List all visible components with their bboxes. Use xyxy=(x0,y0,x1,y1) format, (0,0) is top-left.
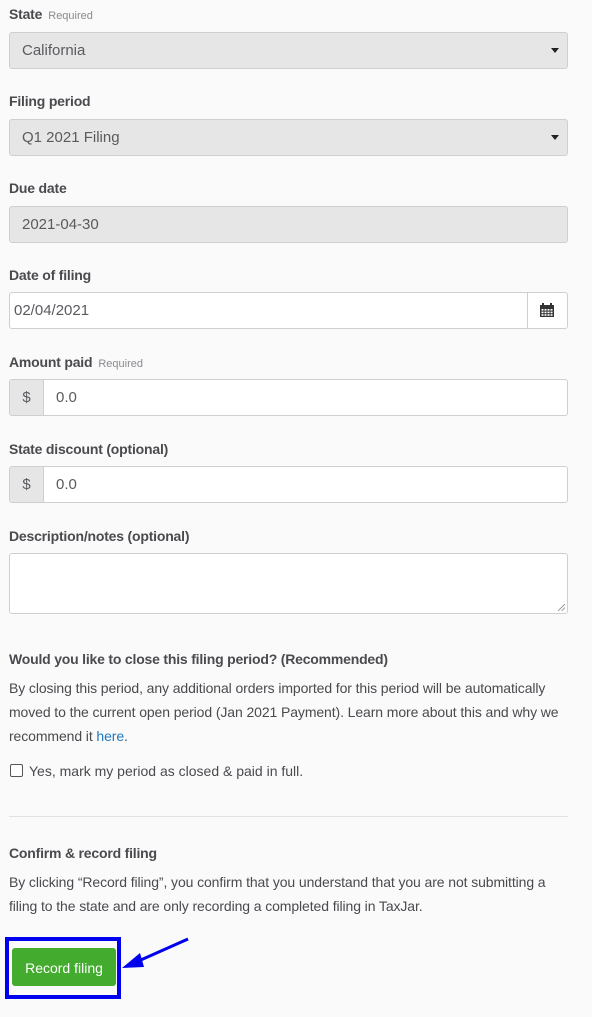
period-text: . xyxy=(124,728,128,744)
date-of-filing-value: 02/04/2021 xyxy=(14,302,90,319)
notes-textarea[interactable] xyxy=(9,553,568,614)
required-tag: Required xyxy=(48,10,93,22)
state-label: State Required xyxy=(9,6,93,22)
annotation-arrow-icon xyxy=(122,937,189,968)
close-period-description: By closing this period, any additional o… xyxy=(9,676,568,748)
due-date-label: Due date xyxy=(9,180,67,196)
filing-period-value: Q1 2021 Filing xyxy=(22,129,120,146)
state-discount-label: State discount (optional) xyxy=(9,441,169,457)
learn-more-link[interactable]: here xyxy=(96,728,124,744)
state-select-value: California xyxy=(22,42,86,59)
date-of-filing-input[interactable]: 02/04/2021 xyxy=(9,292,568,329)
amount-paid-input[interactable]: $ 0.0 xyxy=(9,379,568,416)
section-divider xyxy=(9,816,568,817)
confirm-heading: Confirm & record filing xyxy=(9,845,157,861)
caret-down-icon xyxy=(551,135,559,140)
dollar-prefix: $ xyxy=(10,380,44,415)
state-select[interactable]: California xyxy=(9,32,568,69)
close-period-checkbox[interactable] xyxy=(10,764,23,777)
filing-period-select[interactable]: Q1 2021 Filing xyxy=(9,119,568,156)
caret-down-icon xyxy=(551,48,559,53)
date-of-filing-label: Date of filing xyxy=(9,267,91,283)
date-picker-button[interactable] xyxy=(527,293,567,328)
state-discount-input[interactable]: $ 0.0 xyxy=(9,466,568,503)
record-filing-button[interactable]: Record filing xyxy=(12,948,116,986)
calendar-icon xyxy=(540,303,554,317)
dollar-prefix: $ xyxy=(10,467,44,502)
close-period-checkbox-label[interactable]: Yes, mark my period as closed & paid in … xyxy=(29,763,303,779)
required-tag: Required xyxy=(98,358,143,370)
state-label-text: State xyxy=(9,6,43,22)
amount-paid-label-text: Amount paid xyxy=(9,354,93,370)
due-date-field: 2021-04-30 xyxy=(9,206,568,243)
amount-paid-label: Amount paid Required xyxy=(9,354,143,370)
confirm-description: By clicking “Record filing”, you confirm… xyxy=(9,874,546,914)
resize-handle-icon[interactable] xyxy=(558,604,565,611)
close-period-heading: Would you like to close this filing peri… xyxy=(9,651,388,667)
state-discount-value: 0.0 xyxy=(56,476,77,493)
due-date-value: 2021-04-30 xyxy=(22,216,99,233)
filing-period-label: Filing period xyxy=(9,93,91,109)
close-period-text: By closing this period, any additional o… xyxy=(9,680,559,744)
amount-paid-value: 0.0 xyxy=(56,389,77,406)
notes-label: Description/notes (optional) xyxy=(9,528,190,544)
